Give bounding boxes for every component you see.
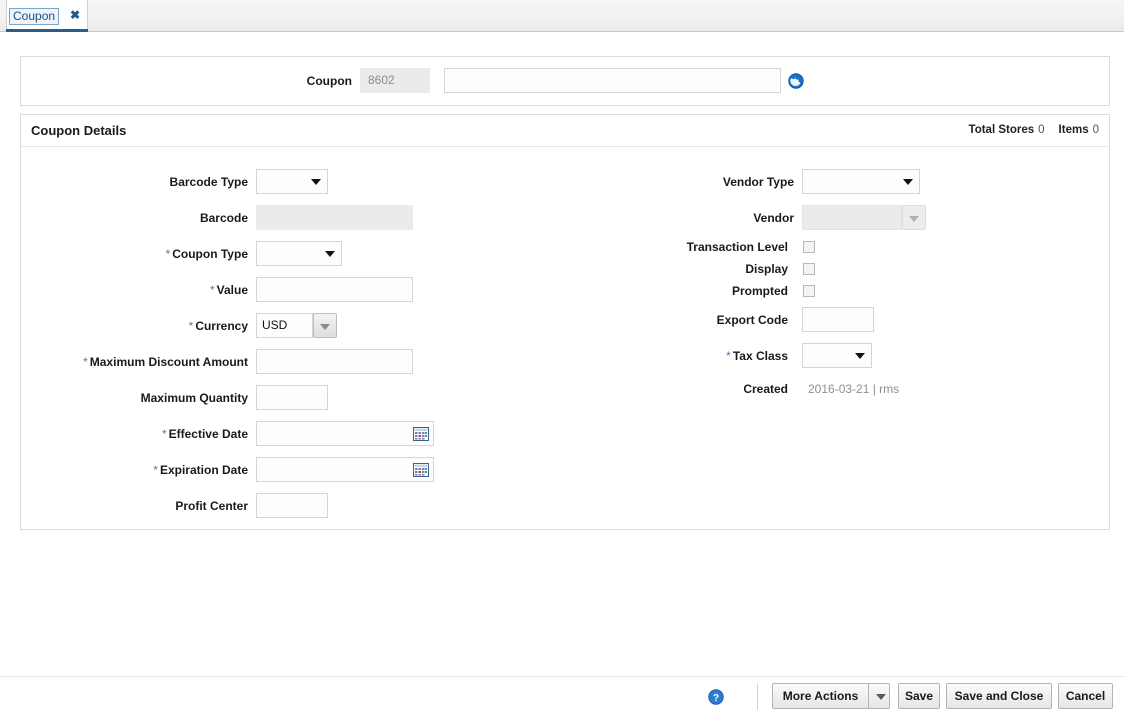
barcode-type-label-text: Barcode Type xyxy=(169,175,248,189)
tab-active-underline xyxy=(6,29,88,32)
transaction-level-label: Transaction Level xyxy=(600,240,788,254)
transaction-level-label-text: Transaction Level xyxy=(686,240,788,254)
barcode-input xyxy=(256,205,413,230)
chevron-down-icon xyxy=(909,216,919,222)
coupon-type-label-text: Coupon Type xyxy=(172,247,248,261)
currency-label-text: Currency xyxy=(195,319,248,333)
tab-coupon-label[interactable]: Coupon xyxy=(9,8,60,25)
calendar-icon[interactable] xyxy=(413,426,429,442)
maximum-quantity-label-text: Maximum Quantity xyxy=(140,391,248,405)
vendor-lov-button xyxy=(902,205,926,230)
created-label: Created xyxy=(600,382,788,396)
tab-bar: Coupon ✖ xyxy=(0,0,1124,32)
vendor-type-label-text: Vendor Type xyxy=(722,175,794,189)
items-value: 0 xyxy=(1092,124,1099,136)
vendor-lov xyxy=(802,205,926,230)
required-marker: * xyxy=(165,247,171,261)
currency-lov-button[interactable] xyxy=(313,313,337,338)
effective-date-label-text: Effective Date xyxy=(168,427,248,441)
calendar-icon[interactable] xyxy=(413,462,429,478)
currency-value[interactable]: USD xyxy=(256,313,313,338)
tax-class-label-text: Tax Class xyxy=(732,349,788,363)
export-code-label-text: Export Code xyxy=(716,313,788,327)
globe-icon[interactable] xyxy=(788,73,804,89)
profit-center-label-text: Profit Center xyxy=(175,499,248,513)
required-marker: * xyxy=(83,355,88,369)
vendor-value xyxy=(802,205,902,230)
currency-label: * Currency xyxy=(60,319,248,333)
display-checkbox[interactable] xyxy=(803,263,815,275)
maximum-discount-amount-label-text: Maximum Discount Amount xyxy=(89,355,248,369)
transaction-level-checkbox[interactable] xyxy=(803,241,815,253)
header-counts: Total Stores 0 Items 0 xyxy=(969,124,1099,136)
display-label: Display xyxy=(600,262,788,276)
value-input[interactable] xyxy=(256,277,413,302)
save-and-close-button[interactable]: Save and Close xyxy=(946,683,1052,709)
barcode-type-select[interactable] xyxy=(256,169,328,194)
required-marker: * xyxy=(161,427,167,441)
vendor-type-select[interactable] xyxy=(802,169,920,194)
items-label: Items xyxy=(1058,124,1089,136)
value-label-text: Value xyxy=(216,283,248,297)
expiration-date-field[interactable] xyxy=(256,457,434,482)
currency-lov[interactable]: USD xyxy=(256,313,337,338)
tab-close-icon[interactable]: ✖ xyxy=(69,9,81,22)
expiration-date-label: * Expiration Date xyxy=(60,463,248,477)
prompted-label-text: Prompted xyxy=(731,284,788,298)
effective-date-label: * Effective Date xyxy=(60,427,248,441)
expiration-date-label-text: Expiration Date xyxy=(159,463,248,477)
required-marker: * xyxy=(726,349,731,363)
cancel-button[interactable]: Cancel xyxy=(1058,683,1113,709)
save-button[interactable]: Save xyxy=(898,683,940,709)
maximum-quantity-input[interactable] xyxy=(256,385,328,410)
created-label-text: Created xyxy=(743,382,788,396)
total-stores-label: Total Stores xyxy=(968,124,1035,136)
vendor-label-text: Vendor xyxy=(753,211,794,225)
display-label-text: Display xyxy=(745,262,788,276)
vendor-label: Vendor xyxy=(600,211,794,225)
value-label: * Value xyxy=(60,283,248,297)
tax-class-label: * Tax Class xyxy=(600,349,788,363)
created-value: 2016-03-21 | rms xyxy=(808,382,900,396)
maximum-discount-amount-input[interactable] xyxy=(256,349,413,374)
prompted-label: Prompted xyxy=(600,284,788,298)
help-icon[interactable]: ? xyxy=(708,689,724,705)
more-actions-dropdown-button[interactable] xyxy=(868,683,890,709)
maximum-discount-amount-label: * Maximum Discount Amount xyxy=(60,355,248,369)
svg-text:?: ? xyxy=(713,693,719,704)
chevron-down-icon xyxy=(311,179,321,185)
export-code-label: Export Code xyxy=(600,313,788,327)
chevron-down-icon xyxy=(320,324,330,330)
vendor-type-label: Vendor Type xyxy=(600,175,794,189)
coupon-id-value: 8602 xyxy=(360,68,430,93)
prompted-checkbox[interactable] xyxy=(803,285,815,297)
required-marker: * xyxy=(209,283,215,297)
coupon-description-input[interactable] xyxy=(444,68,781,93)
tax-class-select[interactable] xyxy=(802,343,872,368)
coupon-type-select[interactable] xyxy=(256,241,342,266)
chevron-down-icon xyxy=(876,694,886,700)
profit-center-label: Profit Center xyxy=(60,499,248,513)
more-actions-button[interactable]: More Actions xyxy=(772,683,868,709)
effective-date-field[interactable] xyxy=(256,421,434,446)
barcode-type-label: Barcode Type xyxy=(60,175,248,189)
export-code-input[interactable] xyxy=(802,307,874,332)
coupon-id-label: Coupon xyxy=(306,74,352,88)
coupon-details-header: Coupon Details Total Stores 0 Items 0 xyxy=(21,115,1109,147)
barcode-label: Barcode xyxy=(60,211,248,225)
chevron-down-icon xyxy=(903,179,913,185)
footer-separator xyxy=(757,684,758,710)
chevron-down-icon xyxy=(325,251,335,257)
required-marker: * xyxy=(153,463,158,477)
coupon-type-label: * Coupon Type xyxy=(60,247,248,261)
application-window: Coupon ✖ Coupon 8602 Coupon Details Tota… xyxy=(0,0,1124,718)
total-stores-value: 0 xyxy=(1038,124,1045,136)
profit-center-input[interactable] xyxy=(256,493,328,518)
page-title: Coupon Details xyxy=(31,123,127,138)
required-marker: * xyxy=(188,319,194,333)
chevron-down-icon xyxy=(855,353,865,359)
maximum-quantity-label: Maximum Quantity xyxy=(60,391,248,405)
barcode-label-text: Barcode xyxy=(199,211,248,225)
